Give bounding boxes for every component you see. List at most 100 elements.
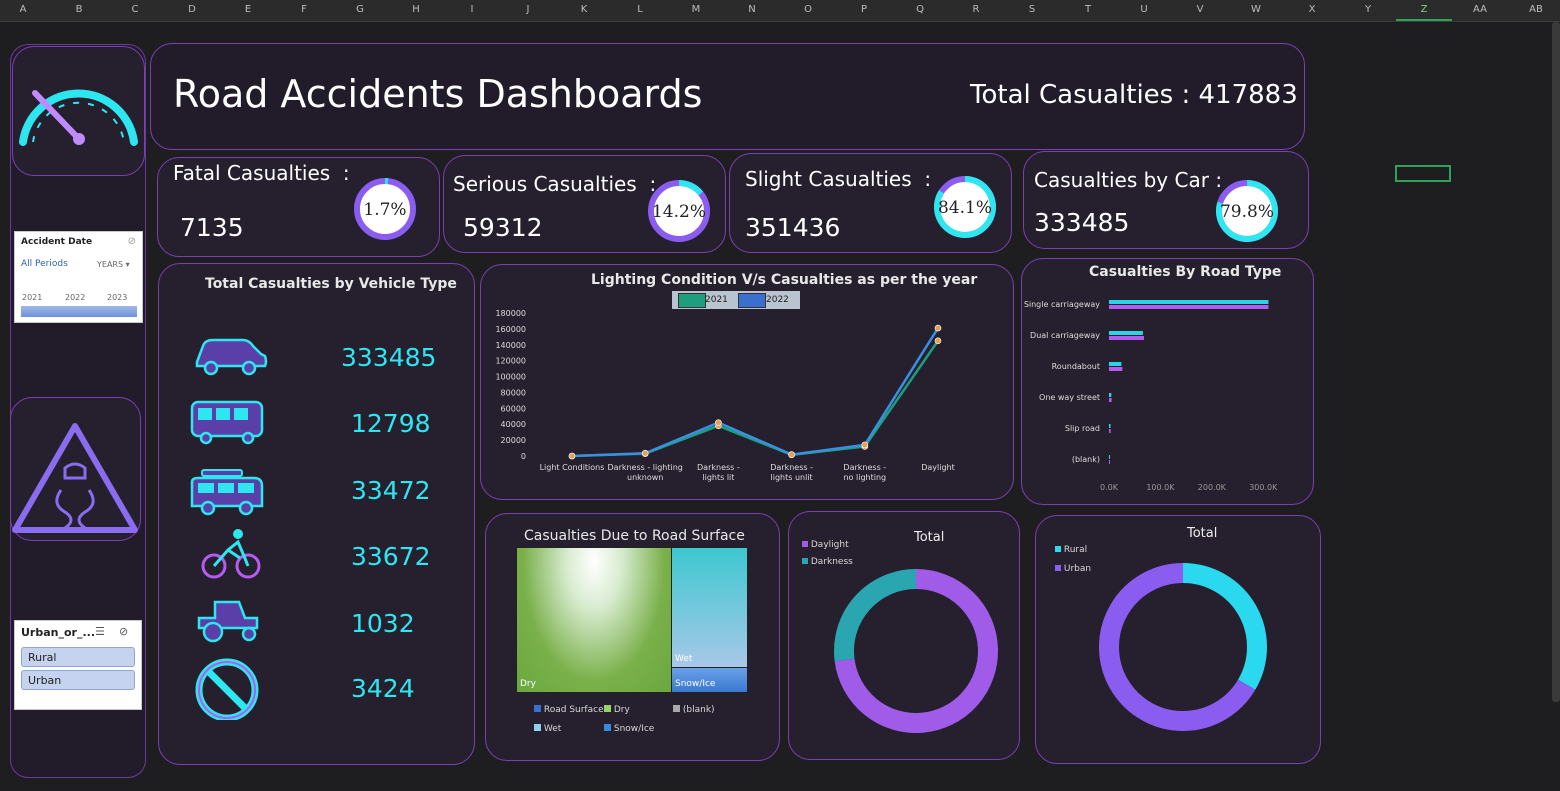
- data-point: [641, 449, 649, 457]
- x-tick-label: Darkness -lights unlit: [770, 463, 813, 482]
- bar: [1109, 367, 1123, 371]
- category-label: Dual carriageway: [1030, 331, 1100, 340]
- no-entry-icon: [195, 658, 259, 720]
- bar: [1109, 429, 1111, 433]
- category-label: Roundabout: [1052, 362, 1100, 371]
- legend-swatch: [604, 705, 611, 712]
- treemap-tile-snow[interactable]: Snow/Ice: [672, 668, 747, 692]
- legend-item: Rural: [1055, 545, 1087, 555]
- legend-label: Road Surface: [543, 705, 604, 715]
- bicycle-icon: [201, 529, 261, 579]
- legend-label: Rural: [1063, 545, 1088, 555]
- category-label: Slip road: [1065, 424, 1100, 433]
- data-point: [715, 419, 722, 426]
- bar: [1109, 331, 1143, 335]
- category-label: Single carriageway: [1024, 300, 1100, 309]
- legend-label: Dry: [613, 705, 630, 715]
- x-tick-label: 300.0K: [1249, 483, 1278, 492]
- x-tick-label: 200.0K: [1198, 483, 1227, 492]
- legend-swatch: [802, 541, 808, 547]
- y-tick-label: 180000: [495, 309, 526, 318]
- y-tick-label: 120000: [495, 357, 526, 366]
- y-tick-label: 100000: [495, 373, 526, 382]
- bar: [1109, 393, 1112, 397]
- treemap-tile-wet[interactable]: Wet: [672, 548, 747, 667]
- bar: [1109, 305, 1269, 309]
- kpi-percent: 14.2%: [652, 202, 706, 222]
- treemap-legend-item: Snow/Ice: [604, 724, 654, 734]
- vehicle-value: 1032: [351, 609, 415, 638]
- vehicle-card-title: Total Casualties by Vehicle Type: [205, 276, 457, 292]
- van-icon: [190, 469, 264, 516]
- road-type-bar-chart: Single carriageway Dual carriageway Rounda…: [1024, 300, 1278, 492]
- x-tick-label: Darkness -no lighting: [843, 463, 886, 482]
- y-tick-label: 20000: [501, 436, 526, 445]
- legend-swatch: [802, 558, 808, 564]
- legend-label: Snow/Ice: [613, 724, 655, 734]
- treemap-legend-item: Road Surface: [534, 705, 604, 715]
- kpi-percent: 79.8%: [1220, 202, 1274, 222]
- x-tick-label: Light Conditions: [540, 463, 605, 472]
- y-tick-label: 140000: [495, 341, 526, 350]
- bar: [1109, 362, 1122, 366]
- treemap-tile-dry[interactable]: Dry: [517, 548, 671, 692]
- lighting-line-chart: 180000 160000 140000 120000 100000 80000 60000…: [495, 309, 955, 482]
- treemap-legend-item: Dry: [604, 705, 630, 715]
- legend-swatch: [1055, 546, 1061, 552]
- category-label: One way street: [1039, 393, 1100, 402]
- treemap-legend-item: (blank): [673, 705, 715, 715]
- bus-icon: [190, 400, 264, 445]
- vehicle-icons: [190, 338, 268, 720]
- vehicle-value: 333485: [341, 343, 437, 372]
- treemap-label: Snow/Ice: [675, 679, 716, 689]
- x-tick-label: 100.0K: [1146, 483, 1175, 492]
- vehicle-value: 3424: [351, 674, 415, 703]
- kpi-percent: 1.7%: [363, 200, 406, 220]
- tractor-icon: [197, 600, 259, 643]
- legend-item: Darkness: [802, 557, 853, 567]
- vehicle-value: 33472: [351, 476, 431, 505]
- treemap: Dry Wet Snow/Ice: [516, 547, 748, 693]
- legend-swatch: [534, 724, 541, 731]
- data-point: [568, 452, 576, 460]
- data-point: [934, 337, 942, 345]
- treemap-label: Wet: [675, 654, 693, 664]
- bar: [1109, 424, 1111, 428]
- y-tick-label: 160000: [495, 325, 526, 334]
- chart-title: Casualties Due to Road Surface: [524, 528, 745, 544]
- y-tick-label: 60000: [501, 404, 526, 413]
- vehicle-value: 33672: [351, 542, 431, 571]
- treemap-legend-item: Wet: [534, 724, 561, 734]
- legend-label: (blank): [682, 705, 715, 715]
- legend-label: Darkness: [810, 557, 853, 567]
- y-tick-label: 40000: [501, 420, 526, 429]
- x-tick-label: Darkness -lights lit: [697, 463, 740, 482]
- x-tick-label: 0.0K: [1100, 483, 1119, 492]
- legend-label: Wet: [543, 724, 562, 734]
- legend-swatch: [673, 705, 680, 712]
- bar: [1109, 398, 1112, 402]
- y-tick-label: 0: [521, 452, 526, 461]
- legend-swatch: [1055, 565, 1061, 571]
- data-point: [861, 441, 869, 449]
- chart-title: Total: [1187, 526, 1218, 541]
- bar: [1109, 336, 1144, 340]
- x-tick-label: Darkness - lighting unknown: [608, 463, 683, 482]
- x-tick-label: Daylight: [921, 463, 955, 472]
- data-point: [788, 451, 795, 458]
- bar: [1109, 460, 1110, 464]
- chart-title: Total: [914, 530, 945, 545]
- legend-item: Daylight: [802, 540, 849, 550]
- legend-swatch: [604, 724, 611, 731]
- kpi-percent: 84.1%: [938, 198, 992, 218]
- series-line: [571, 327, 940, 458]
- vehicle-value: 12798: [351, 409, 431, 438]
- bar: [1109, 455, 1110, 459]
- category-label: (blank): [1072, 455, 1100, 464]
- legend-label: Urban: [1063, 564, 1092, 574]
- legend-swatch: [534, 705, 541, 712]
- legend-label: Daylight: [810, 540, 849, 550]
- data-point: [934, 324, 942, 332]
- car-icon: [195, 338, 268, 376]
- treemap-label: Dry: [520, 679, 536, 689]
